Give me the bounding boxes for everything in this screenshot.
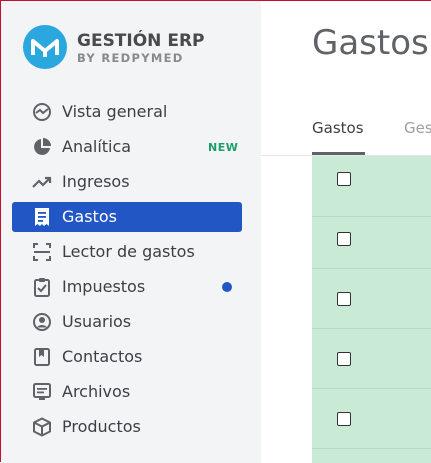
sidebar-item-contactos[interactable]: Contactos [12, 342, 242, 372]
sidebar-item-label: Usuarios [62, 312, 132, 331]
sidebar-item-impuestos[interactable]: Impuestos [12, 272, 242, 302]
new-badge: NEW [208, 141, 239, 154]
sidebar-item-usuarios[interactable]: Usuarios [12, 307, 242, 337]
expenses-table [312, 156, 431, 463]
row-checkbox[interactable] [337, 232, 351, 246]
sidebar-item-label: Productos [62, 417, 141, 436]
main-content: Gastos Gastos Ges [261, 1, 431, 463]
table-row[interactable] [312, 208, 431, 269]
logo-mark-icon [23, 25, 67, 69]
tab-ges[interactable]: Ges [404, 119, 431, 137]
sidebar-item-label: Vista general [62, 102, 168, 121]
receipt-icon [32, 207, 52, 227]
sidebar-item-analitica[interactable]: Analítica NEW [12, 132, 242, 162]
brand-title: GESTIÓN ERP [77, 31, 205, 51]
bookmark-icon [32, 347, 52, 367]
sidebar-item-label: Contactos [62, 347, 143, 366]
sidebar-item-label: Analítica [62, 137, 132, 156]
notification-dot [222, 282, 232, 292]
cube-icon [32, 417, 52, 437]
gauge-icon [32, 102, 52, 122]
row-checkbox[interactable] [337, 292, 351, 306]
clipboard-check-icon [32, 277, 52, 297]
tab-gastos[interactable]: Gastos [312, 119, 364, 137]
sidebar-item-archivos[interactable]: Archivos [12, 377, 242, 407]
row-checkbox[interactable] [337, 412, 351, 426]
brand-subtitle: BY REDPYMED [77, 51, 184, 65]
trending-up-icon [32, 172, 52, 192]
sidebar-item-label: Impuestos [62, 277, 146, 296]
table-row[interactable] [312, 268, 431, 329]
sidebar: GESTIÓN ERP BY REDPYMED Vista general An… [1, 1, 261, 463]
table-row[interactable] [312, 328, 431, 389]
sidebar-item-label: Gastos [62, 207, 117, 226]
scan-icon [32, 242, 52, 262]
sidebar-item-vista-general[interactable]: Vista general [12, 97, 242, 127]
page-title: Gastos [312, 23, 429, 63]
row-checkbox[interactable] [337, 352, 351, 366]
user-circle-icon [32, 312, 52, 332]
brand-logo[interactable]: GESTIÓN ERP BY REDPYMED [23, 25, 243, 75]
sidebar-item-label: Lector de gastos [62, 242, 195, 261]
document-icon [32, 382, 52, 402]
sidebar-item-lector-de-gastos[interactable]: Lector de gastos [12, 237, 242, 267]
sidebar-item-ingresos[interactable]: Ingresos [12, 167, 242, 197]
pie-chart-icon [32, 137, 52, 157]
table-row[interactable] [312, 388, 431, 449]
sidebar-item-label: Archivos [62, 382, 131, 401]
sidebar-item-productos[interactable]: Productos [12, 412, 242, 442]
sidebar-item-label: Ingresos [62, 172, 130, 191]
sidebar-item-gastos[interactable]: Gastos [12, 202, 242, 232]
row-checkbox[interactable] [337, 172, 351, 186]
